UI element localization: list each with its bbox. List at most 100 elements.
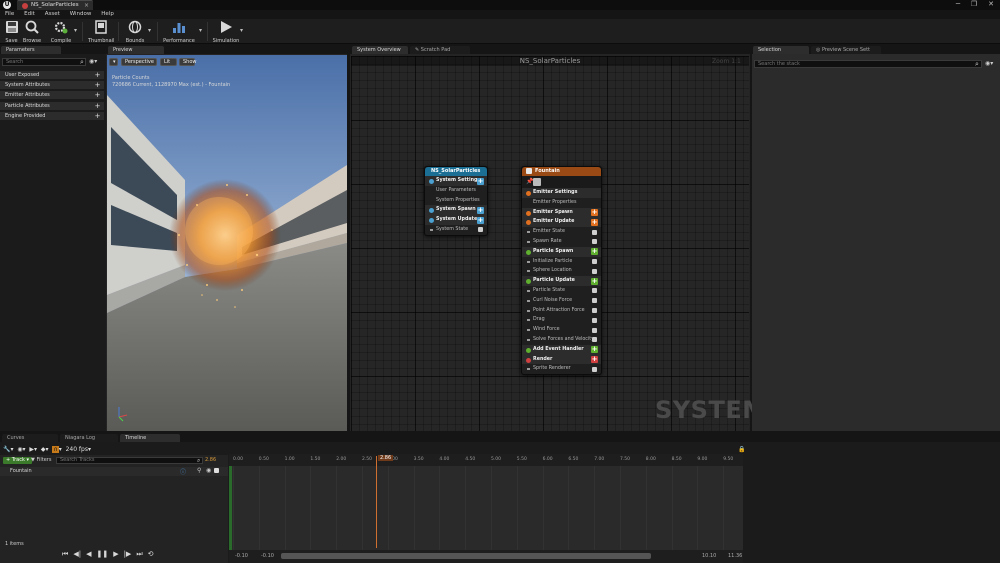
- module-enabled-checkbox[interactable]: [478, 227, 483, 233]
- tab-timeline[interactable]: Timeline: [120, 434, 180, 442]
- emitter-row[interactable]: Spawn Rate: [522, 237, 601, 247]
- wrench-icon[interactable]: 🔧▾: [3, 446, 13, 453]
- isolate-icon[interactable]: ◉: [206, 467, 211, 474]
- system-row[interactable]: System Properties: [425, 196, 487, 206]
- timeline-canvas[interactable]: 0.000.501.001.502.002.503.003.504.004.50…: [229, 454, 743, 563]
- fps-selector[interactable]: 240 fps: [66, 446, 88, 453]
- emitter-row[interactable]: Emitter Settings: [522, 188, 601, 198]
- perspective-button[interactable]: Perspective: [121, 58, 157, 66]
- viewport-options-button[interactable]: ▾: [109, 58, 118, 66]
- performance-dropdown-icon[interactable]: ▾: [199, 27, 202, 34]
- add-module-button[interactable]: +: [591, 218, 598, 226]
- close-tab-icon[interactable]: ×: [84, 2, 89, 9]
- step-back-icon[interactable]: ◀|: [73, 550, 81, 558]
- save-button[interactable]: Save: [3, 20, 20, 44]
- module-enabled-checkbox[interactable]: [592, 239, 597, 245]
- track-enabled-checkbox[interactable]: [214, 468, 219, 473]
- simulation-dropdown-icon[interactable]: ▾: [240, 27, 243, 34]
- tab-curves[interactable]: Curves: [2, 434, 58, 442]
- add-parameter-icon[interactable]: +: [94, 72, 101, 79]
- add-module-button[interactable]: +: [591, 277, 598, 285]
- menu-help[interactable]: Help: [101, 10, 114, 19]
- play-icon[interactable]: ▶: [113, 550, 118, 558]
- add-module-button[interactable]: +: [591, 346, 598, 354]
- bounds-button[interactable]: Bounds: [124, 20, 146, 44]
- emitter-row[interactable]: Solve Forces and Velocity: [522, 335, 601, 345]
- tab-preview-scene-settings[interactable]: ◎ Preview Scene Sett: [811, 46, 881, 54]
- loop-icon[interactable]: ⟲: [148, 550, 154, 558]
- add-module-button[interactable]: +: [477, 206, 484, 214]
- add-module-button[interactable]: +: [591, 356, 598, 364]
- menu-edit[interactable]: Edit: [24, 10, 35, 19]
- category-particle-attributes[interactable]: Particle Attributes +: [0, 102, 104, 111]
- category-user-exposed[interactable]: User Exposed +: [0, 71, 104, 80]
- minimize-button[interactable]: ─: [952, 0, 964, 10]
- emitter-row[interactable]: Emitter State: [522, 227, 601, 237]
- timeline-scrollbar[interactable]: [281, 553, 651, 559]
- emitter-row[interactable]: Emitter Spawn +: [522, 207, 601, 218]
- system-row[interactable]: System Update +: [425, 215, 487, 225]
- emitter-row[interactable]: Render +: [522, 354, 601, 365]
- add-track-button[interactable]: + Track ▾: [3, 457, 32, 464]
- system-row[interactable]: User Parameters: [425, 186, 487, 196]
- menu-file[interactable]: File: [5, 10, 14, 19]
- module-enabled-checkbox[interactable]: [592, 327, 597, 333]
- thumbnail-button[interactable]: Thumbnail: [88, 20, 114, 44]
- module-enabled-checkbox[interactable]: [592, 259, 597, 265]
- browse-button[interactable]: Browse: [22, 20, 42, 44]
- menu-asset[interactable]: Asset: [45, 10, 60, 19]
- menu-window[interactable]: Window: [70, 10, 92, 19]
- skip-to-end-icon[interactable]: ⏭: [136, 550, 142, 559]
- emitter-enabled-checkbox[interactable]: [526, 167, 532, 174]
- emitter-row[interactable]: Add Event Handler +: [522, 344, 601, 355]
- system-row[interactable]: System Settings +: [425, 176, 487, 186]
- key-icon[interactable]: ◆▾: [41, 446, 49, 453]
- pause-icon[interactable]: ❚❚: [96, 550, 108, 558]
- lock-icon[interactable]: 🔒: [738, 446, 745, 453]
- parameters-search-input[interactable]: Search: [2, 58, 86, 66]
- emitter-row[interactable]: Sphere Location: [522, 266, 601, 276]
- emitter-row[interactable]: Particle Update +: [522, 276, 601, 286]
- add-module-button[interactable]: +: [591, 209, 598, 217]
- module-enabled-checkbox[interactable]: [592, 229, 597, 235]
- add-parameter-icon[interactable]: +: [94, 82, 101, 89]
- tab-scratch-pad[interactable]: ✎ Scratch Pad: [410, 46, 470, 54]
- play-reverse-icon[interactable]: ◀: [86, 550, 91, 558]
- emitter-row[interactable]: Initialize Particle: [522, 257, 601, 267]
- playhead-time[interactable]: 2.86: [378, 455, 394, 461]
- system-node[interactable]: NS_SolarParticles System Settings + User P…: [424, 166, 488, 236]
- emitter-row[interactable]: Emitter Properties: [522, 198, 601, 208]
- view-options-icon[interactable]: ◉▾: [89, 58, 97, 65]
- maximize-button[interactable]: ❐: [968, 0, 980, 10]
- emitter-row[interactable]: Particle Spawn +: [522, 246, 601, 257]
- emitter-node[interactable]: Fountain 📌 Emitter Settings Emitter Prope…: [521, 166, 602, 376]
- emitter-row[interactable]: Curl Noise Force: [522, 296, 601, 306]
- emitter-row[interactable]: Drag: [522, 315, 601, 325]
- tab-parameters[interactable]: Parameters: [1, 46, 61, 54]
- view-options-icon[interactable]: ◉▾: [985, 60, 993, 67]
- camera-icon[interactable]: ◉▾: [17, 446, 25, 453]
- tab-niagara-log[interactable]: Niagara Log: [60, 434, 118, 442]
- close-window-button[interactable]: ✕: [985, 0, 997, 10]
- add-module-button[interactable]: +: [477, 216, 484, 224]
- search-tracks-input[interactable]: Search Tracks: [56, 457, 203, 464]
- module-enabled-checkbox[interactable]: [592, 308, 597, 314]
- snap-icon[interactable]: ∩: [52, 446, 59, 453]
- tab-system-overview[interactable]: System Overview: [352, 46, 408, 54]
- current-time-display[interactable]: 2.86: [205, 457, 216, 463]
- emitter-row[interactable]: Point Attraction Force: [522, 306, 601, 316]
- lit-button[interactable]: Lit: [160, 58, 177, 66]
- time-ruler[interactable]: 0.000.501.001.502.002.503.003.504.004.50…: [229, 454, 743, 466]
- system-row[interactable]: System State: [425, 225, 487, 235]
- module-enabled-checkbox[interactable]: [592, 268, 597, 274]
- compile-button[interactable]: Compile: [48, 20, 74, 44]
- filters-button[interactable]: ▼ Filters: [31, 457, 51, 464]
- module-enabled-checkbox[interactable]: [592, 298, 597, 304]
- track-row[interactable]: Fountain ⓘ ⚲ ◉: [0, 467, 228, 476]
- document-tab[interactable]: NS_SolarParticles ×: [17, 0, 93, 10]
- emitter-row[interactable]: Emitter Update +: [522, 217, 601, 228]
- tab-preview[interactable]: Preview: [108, 46, 164, 54]
- add-module-button[interactable]: +: [591, 248, 598, 256]
- simulation-button[interactable]: Simulation: [212, 20, 240, 44]
- emitter-row[interactable]: Sprite Renderer: [522, 364, 601, 374]
